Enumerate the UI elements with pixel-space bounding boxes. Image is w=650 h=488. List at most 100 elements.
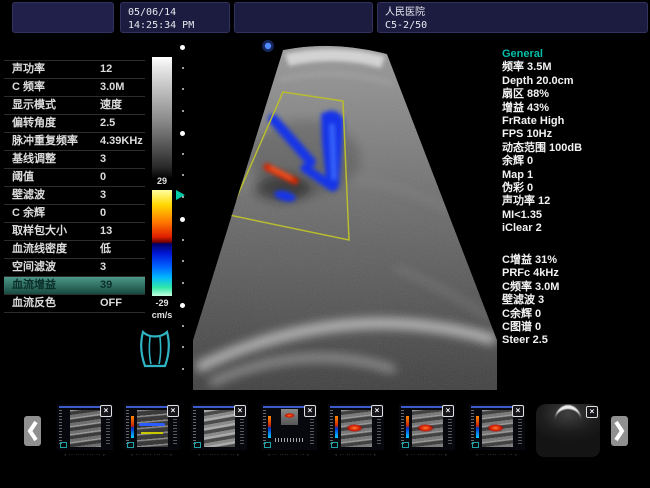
thumbnail-6[interactable]: × [399, 404, 455, 450]
param-row-c-persistence[interactable]: C 余辉 0 [4, 204, 145, 222]
param-row-display-mode[interactable]: 显示模式 速度 [4, 96, 145, 114]
ruler-dot [182, 195, 184, 198]
info-steer: Steer 2.5 [502, 334, 548, 347]
info-mi: MI<1.35 [502, 208, 543, 221]
close-icon[interactable]: × [512, 405, 524, 417]
info-dynamic-range: 动态范围 100dB [502, 141, 583, 154]
general-info-panel: General 频率 3.5M Depth 20.0cm 扇区 88% 增益 4… [502, 48, 648, 235]
info-prfc: PRFc 4kHz [502, 267, 559, 280]
thumb-image [281, 409, 298, 425]
thumb-left-text [471, 410, 474, 446]
param-row-c-frequency[interactable]: C 频率 3.0M [4, 78, 145, 96]
body-marker-icon [140, 329, 170, 368]
thumb-colorbar [131, 416, 134, 438]
close-icon[interactable]: × [100, 405, 112, 417]
close-icon[interactable]: × [586, 406, 598, 418]
thumb-left-text [330, 410, 333, 446]
ruler-dot [182, 324, 184, 327]
thumbnail-7[interactable]: × [469, 404, 525, 450]
thumbnail-2[interactable]: × [124, 404, 180, 450]
thumb-image [137, 410, 168, 447]
info-sector: 扇区 88% [502, 88, 550, 101]
param-row-acoustic-power[interactable]: 声功率 12 [4, 60, 145, 78]
ruler-dot [182, 152, 184, 155]
date-text: 05/06/14 [128, 7, 177, 18]
chevron-right-icon [614, 420, 625, 442]
thumb-marker [472, 442, 479, 448]
param-row-prf[interactable]: 脉冲重复频率 4.39KHz [4, 132, 145, 150]
info-persistence: 余辉 0 [502, 155, 534, 168]
info-c-frequency: C频率 3.0M [502, 280, 560, 293]
thumb-marker [127, 442, 134, 448]
ultrasound-image [193, 40, 497, 390]
info-c-persistence: C余辉 0 [502, 307, 542, 320]
close-icon[interactable]: × [371, 405, 383, 417]
thumb-marker [194, 442, 201, 448]
thumb-marker [60, 442, 67, 448]
ruler-dot [182, 281, 184, 284]
info-frame-rate: FrRate High [502, 114, 565, 127]
close-icon[interactable]: × [167, 405, 179, 417]
filmstrip-next-button[interactable] [611, 416, 628, 446]
info-iclear: iClear 2 [502, 222, 542, 235]
ruler-dot [182, 174, 184, 176]
param-row-threshold[interactable]: 阈值 0 [4, 168, 145, 186]
filmstrip-prev-button[interactable] [24, 416, 41, 446]
close-icon[interactable]: × [234, 405, 246, 417]
velocity-min-label: -29 [155, 298, 169, 308]
thumb-image [341, 410, 372, 447]
color-doppler-bar [152, 190, 172, 296]
thumbnail-current[interactable]: × [536, 404, 600, 457]
ruler-dot [182, 346, 184, 348]
thumb-left-text [126, 410, 129, 446]
ruler-dot [182, 66, 184, 69]
sector-tissue [193, 45, 497, 390]
topbar-box-blank [12, 2, 114, 33]
thumbnail-6-caption: ‹ ·· ···· ··· ·· › [406, 452, 448, 457]
thumb-left-text [193, 410, 196, 446]
time-text: 14:25:34 PM [128, 20, 195, 31]
thumb-marker [402, 442, 409, 448]
thumb-colorbar [268, 416, 271, 438]
param-row-baseline[interactable]: 基线调整 3 [4, 150, 145, 168]
info-map: Map 1 [502, 168, 534, 181]
parameter-panel: 声功率 12 C 频率 3.0M 显示模式 速度 偏转角度 2.5 脉冲重复频率 4.39… [4, 60, 145, 313]
ultrasound-screen: 05/06/14 14:25:34 PM 人民医院 C5-2/50 声功率 12 … [0, 0, 650, 488]
param-row-wall-filter[interactable]: 壁滤波 3 [4, 186, 145, 204]
param-row-color-gain-selected[interactable]: 血流增益 39 [4, 276, 145, 294]
patient-box-blank [234, 2, 373, 33]
param-row-spatial-filter[interactable]: 空间滤波 3 [4, 258, 145, 276]
close-icon[interactable]: × [304, 405, 316, 417]
info-wall-filter: 壁滤波 3 [502, 294, 545, 307]
info-frequency: 频率 3.5M [502, 61, 552, 74]
datetime-box: 05/06/14 14:25:34 PM [120, 2, 230, 33]
param-row-packet-size[interactable]: 取样包大小 13 [4, 222, 145, 240]
probe-model: C5-2/50 [385, 20, 428, 31]
velocity-max-label: 29 [156, 176, 167, 186]
ruler-dot [182, 260, 184, 262]
param-row-flow-invert[interactable]: 血流反色 OFF [4, 294, 145, 313]
general-section-title: General [502, 48, 543, 60]
ruler-dot [182, 238, 184, 241]
thumb-marker [264, 442, 271, 448]
thumbnail-1-caption: ‹ ·· ···· ··· ·· › [64, 452, 106, 457]
param-row-steer-angle[interactable]: 偏转角度 2.5 [4, 114, 145, 132]
ruler-dot [182, 88, 184, 90]
thumbnail-1[interactable]: × [57, 404, 113, 450]
thumb-left-text [401, 410, 404, 446]
info-c-map: C图谱 0 [502, 320, 542, 333]
thumbnail-4-caption: ‹ ·· ···· ··· ·· › [268, 452, 310, 457]
thumb-image [70, 410, 101, 447]
param-row-line-density[interactable]: 血流线密度低 [4, 240, 145, 258]
info-acoustic-power: 声功率 12 [502, 195, 551, 208]
thumbnail-5[interactable]: × [328, 404, 384, 450]
thumbnail-4[interactable]: × [261, 404, 317, 450]
thumb-marker [331, 442, 338, 448]
velocity-unit-label: cm/s [151, 310, 173, 320]
info-chroma: 伪彩 0 [502, 181, 534, 194]
close-icon[interactable]: × [442, 405, 454, 417]
thumb-colorbar [335, 416, 338, 438]
thumbnail-3[interactable]: × [191, 404, 247, 450]
thumb-left-text [59, 410, 62, 446]
info-gain: 增益 43% [502, 101, 550, 114]
